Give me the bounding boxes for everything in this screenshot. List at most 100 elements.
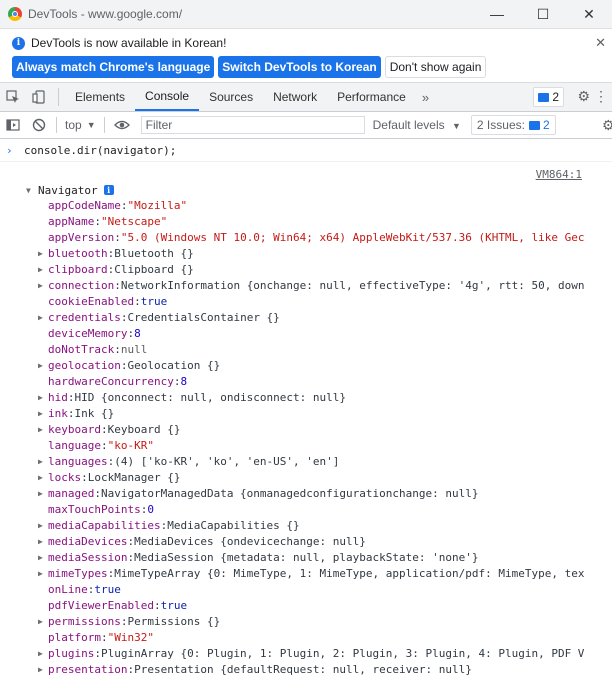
property-row[interactable]: ▶ managed: NavigatorManagedData {onmanage… (38, 486, 612, 502)
output-header: VM864:1 (0, 162, 612, 181)
collapsed-triangle-icon[interactable]: ▶ (38, 454, 48, 470)
property-row[interactable]: ▶ presentation: Presentation {defaultRequ… (38, 662, 612, 678)
colon: : (127, 551, 135, 564)
collapsed-triangle-icon[interactable]: ▶ (38, 646, 48, 662)
collapsed-triangle-icon[interactable]: ▶ (38, 310, 48, 326)
tab-console[interactable]: Console (135, 83, 200, 111)
issues-badge-button[interactable]: 2 (533, 87, 564, 107)
colon: : (107, 247, 115, 260)
property-row[interactable]: ▶ plugins: PluginArray {0: Plugin, 1: Plu… (38, 646, 612, 662)
collapsed-triangle-icon[interactable]: ▶ (38, 614, 48, 630)
property-value: (4) ['ko-KR', 'ko', 'en-US', 'en'] (114, 455, 340, 468)
source-link[interactable]: VM864:1 (536, 168, 582, 181)
property-row[interactable]: ▶ mediaSession: MediaSession {metadata: n… (38, 550, 612, 566)
property-key: doNotTrack (48, 343, 115, 356)
property-value: "Mozilla" (127, 199, 188, 212)
property-row[interactable]: ▶ languages: (4) ['ko-KR', 'ko', 'en-US',… (38, 454, 612, 470)
collapsed-triangle-icon[interactable]: ▶ (38, 550, 48, 566)
property-row[interactable]: ▶ credentials: CredentialsContainer {} (38, 310, 612, 326)
property-key: presentation (48, 663, 128, 676)
property-row[interactable]: ▶ hid: HID {onconnect: null, ondisconnect… (38, 390, 612, 406)
chrome-logo-icon (8, 7, 22, 21)
clear-console-icon[interactable] (26, 112, 52, 138)
tab-network[interactable]: Network (263, 83, 327, 111)
property-row[interactable]: ▶ ink: Ink {} (38, 406, 612, 422)
collapsed-triangle-icon[interactable]: ▶ (38, 278, 48, 294)
more-tabs-icon[interactable]: » (416, 83, 435, 111)
property-row[interactable]: ▶ bluetooth: Bluetooth {} (38, 246, 612, 262)
property-row[interactable]: ▶ locks: LockManager {} (38, 470, 612, 486)
collapsed-triangle-icon[interactable]: ▶ (38, 262, 48, 278)
property-value: "Win32" (107, 631, 154, 644)
property-row: deviceMemory: 8 (38, 326, 612, 342)
property-list: appCodeName: "Mozilla" appName: "Netscape… (26, 198, 612, 678)
dont-show-again-button[interactable]: Don't show again (384, 56, 487, 78)
colon: : (100, 439, 108, 452)
collapsed-triangle-icon[interactable]: ▶ (38, 358, 48, 374)
property-row[interactable]: ▶ mimeTypes: MimeTypeArray {0: MimeType, … (38, 566, 612, 582)
tab-sources[interactable]: Sources (199, 83, 263, 111)
property-value: NavigatorManagedData {onmanagedconfigura… (100, 487, 479, 500)
property-row[interactable]: ▶ connection: NetworkInformation {onchang… (38, 278, 612, 294)
collapsed-triangle-icon[interactable]: ▶ (38, 486, 48, 502)
property-row: appVersion: "5.0 (Windows NT 10.0; Win64… (38, 230, 612, 246)
log-levels-dropdown[interactable]: Default levels ▼ (373, 118, 461, 132)
collapsed-triangle-icon[interactable]: ▶ (38, 518, 48, 534)
minimize-button[interactable]: — (474, 0, 520, 28)
sidebar-toggle-icon[interactable] (0, 112, 26, 138)
colon: : (134, 295, 141, 308)
property-row[interactable]: ▶ keyboard: Keyboard {} (38, 422, 612, 438)
colon: : (114, 231, 121, 244)
property-row[interactable]: ▶ permissions: Permissions {} (38, 614, 612, 630)
collapsed-triangle-icon[interactable]: ▶ (38, 566, 48, 582)
collapsed-triangle-icon[interactable]: ▶ (38, 422, 48, 438)
property-row: onLine: true (38, 582, 612, 598)
property-value: 8 (134, 327, 141, 340)
switch-to-korean-button[interactable]: Switch DevTools to Korean (218, 56, 381, 78)
collapsed-triangle-icon[interactable]: ▶ (38, 534, 48, 550)
settings-gear-icon[interactable]: ⚙ (577, 88, 590, 105)
console-settings-gear-icon[interactable]: ⚙ (602, 117, 612, 134)
property-key: plugins (48, 647, 95, 660)
collapsed-triangle-icon[interactable]: ▶ (38, 390, 48, 406)
always-match-language-button[interactable]: Always match Chrome's language (12, 56, 215, 78)
divider (56, 117, 57, 133)
context-selector[interactable]: top ▼ (61, 118, 100, 132)
issues-button[interactable]: 2 Issues: 2 (470, 115, 556, 135)
tab-elements[interactable]: Elements (65, 83, 135, 111)
property-value: MimeTypeArray {0: MimeType, 1: MimeType,… (114, 567, 585, 580)
property-row[interactable]: ▶ mediaDevices: MediaDevices {ondevicecha… (38, 534, 612, 550)
property-row[interactable]: ▶ geolocation: Geolocation {} (38, 358, 612, 374)
property-value: 8 (180, 375, 188, 388)
property-key: deviceMemory (48, 327, 128, 340)
inspect-element-icon[interactable] (0, 83, 26, 111)
more-options-icon[interactable]: ⋮ (594, 88, 608, 105)
live-expression-eye-icon[interactable] (109, 112, 135, 138)
command-text: console.dir(navigator); (24, 143, 177, 157)
close-infobar-icon[interactable]: ✕ (595, 35, 606, 51)
collapsed-triangle-icon[interactable]: ▶ (38, 246, 48, 262)
filter-input[interactable] (140, 116, 365, 134)
maximize-button[interactable]: ☐ (520, 0, 566, 28)
close-window-button[interactable]: ✕ (566, 0, 612, 28)
property-key: platform (48, 631, 101, 644)
tab-performance[interactable]: Performance (327, 83, 416, 111)
property-row[interactable]: ▶ clipboard: Clipboard {} (38, 262, 612, 278)
log-levels-label: Default levels (372, 118, 445, 132)
collapsed-triangle-icon[interactable]: ▶ (38, 470, 48, 486)
expanded-triangle-icon[interactable]: ▼ (26, 186, 38, 195)
device-toolbar-icon[interactable] (26, 83, 52, 111)
collapsed-triangle-icon[interactable]: ▶ (38, 406, 48, 422)
property-value: Permissions {} (127, 615, 221, 628)
navigator-root[interactable]: ▼ Navigator i (26, 182, 612, 198)
root-label: Navigator (38, 183, 98, 197)
collapsed-triangle-icon[interactable]: ▶ (38, 662, 48, 678)
property-key: mediaSession (48, 551, 128, 564)
info-icon[interactable]: i (103, 185, 114, 195)
property-row[interactable]: ▶ mediaCapabilities: MediaCapabilities {} (38, 518, 612, 534)
